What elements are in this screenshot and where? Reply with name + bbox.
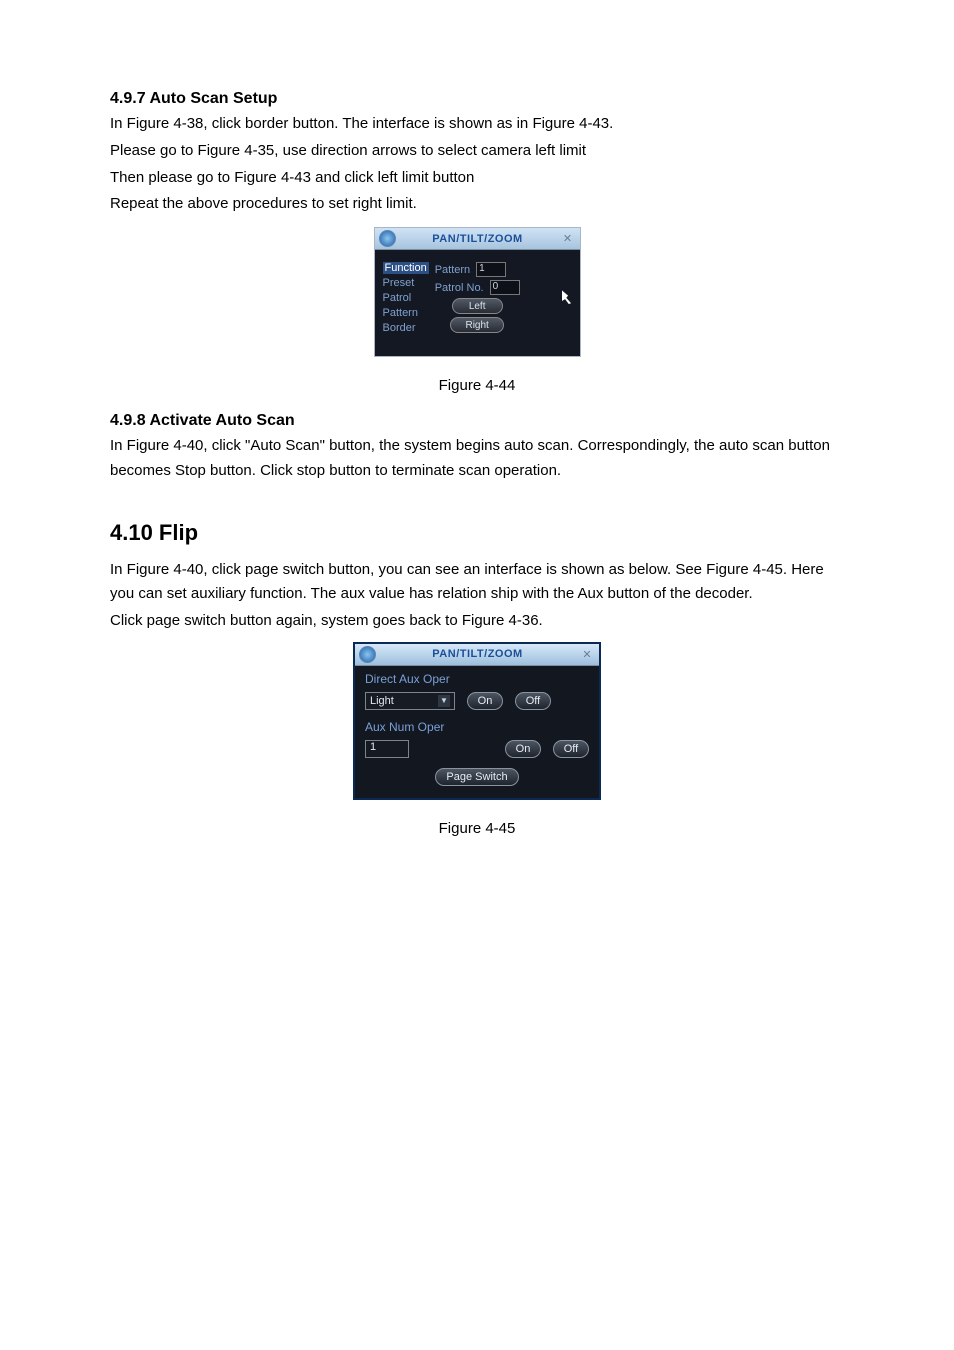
list-item-patrol[interactable]: Patrol xyxy=(383,292,429,304)
ptz-dialog-aux: PAN/TILT/ZOOM ✕ Direct Aux Oper Light ▼ … xyxy=(353,642,601,800)
close-icon[interactable]: ✕ xyxy=(579,646,595,662)
left-button[interactable]: Left xyxy=(452,298,503,314)
label-patrol-no: Patrol No. xyxy=(435,282,484,294)
para-autoscan: In Figure 4-40, click "Auto Scan" button… xyxy=(110,434,844,484)
dialog-titlebar: PAN/TILT/ZOOM ✕ xyxy=(355,644,599,666)
app-icon xyxy=(379,230,396,247)
para-4: Repeat the above procedures to set right… xyxy=(110,192,844,217)
list-item-preset[interactable]: Preset xyxy=(383,277,429,289)
dialog-titlebar: PAN/TILT/ZOOM ✕ xyxy=(375,228,580,250)
heading-auto-scan-setup: 4.9.7 Auto Scan Setup xyxy=(110,90,844,108)
cursor-icon xyxy=(562,290,574,304)
right-button[interactable]: Right xyxy=(450,317,503,333)
para-1: In Figure 4-38, click border button. The… xyxy=(110,112,844,137)
ptz-dialog-pattern: PAN/TILT/ZOOM ✕ Function Preset Patrol P… xyxy=(374,227,581,357)
aux-num-input[interactable]: 1 xyxy=(365,740,409,758)
direct-aux-off-button[interactable]: Off xyxy=(515,692,551,710)
chevron-down-icon: ▼ xyxy=(438,695,450,707)
para-flip-1: In Figure 4-40, click page switch button… xyxy=(110,558,844,608)
heading-flip: 4.10 Flip xyxy=(110,520,844,546)
aux-select[interactable]: Light ▼ xyxy=(365,692,455,710)
figure-caption-44: Figure 4-44 xyxy=(110,377,844,394)
heading-activate-auto-scan: 4.9.8 Activate Auto Scan xyxy=(110,412,844,430)
list-item-border[interactable]: Border xyxy=(383,322,429,334)
input-pattern[interactable]: 1 xyxy=(476,262,506,277)
function-list: Function Preset Patrol Pattern Border xyxy=(383,262,429,334)
para-flip-2: Click page switch button again, system g… xyxy=(110,609,844,634)
close-icon[interactable]: ✕ xyxy=(560,231,576,247)
label-pattern: Pattern xyxy=(435,264,470,276)
dialog-title: PAN/TILT/ZOOM xyxy=(396,233,560,245)
figure-caption-45: Figure 4-45 xyxy=(110,820,844,837)
app-icon xyxy=(359,646,376,663)
aux-num-off-button[interactable]: Off xyxy=(553,740,589,758)
direct-aux-on-button[interactable]: On xyxy=(467,692,503,710)
label-direct-aux-oper: Direct Aux Oper xyxy=(365,672,589,686)
aux-num-on-button[interactable]: On xyxy=(505,740,541,758)
para-2: Please go to Figure 4-35, use direction … xyxy=(110,139,844,164)
input-patrol-no[interactable]: 0 xyxy=(490,280,520,295)
page-switch-button[interactable]: Page Switch xyxy=(435,768,518,786)
aux-select-value: Light xyxy=(370,695,394,707)
list-item-pattern[interactable]: Pattern xyxy=(383,307,429,319)
function-header: Function xyxy=(383,262,429,274)
para-3: Then please go to Figure 4-43 and click … xyxy=(110,166,844,191)
dialog-title: PAN/TILT/ZOOM xyxy=(376,648,579,660)
label-aux-num-oper: Aux Num Oper xyxy=(365,720,589,734)
